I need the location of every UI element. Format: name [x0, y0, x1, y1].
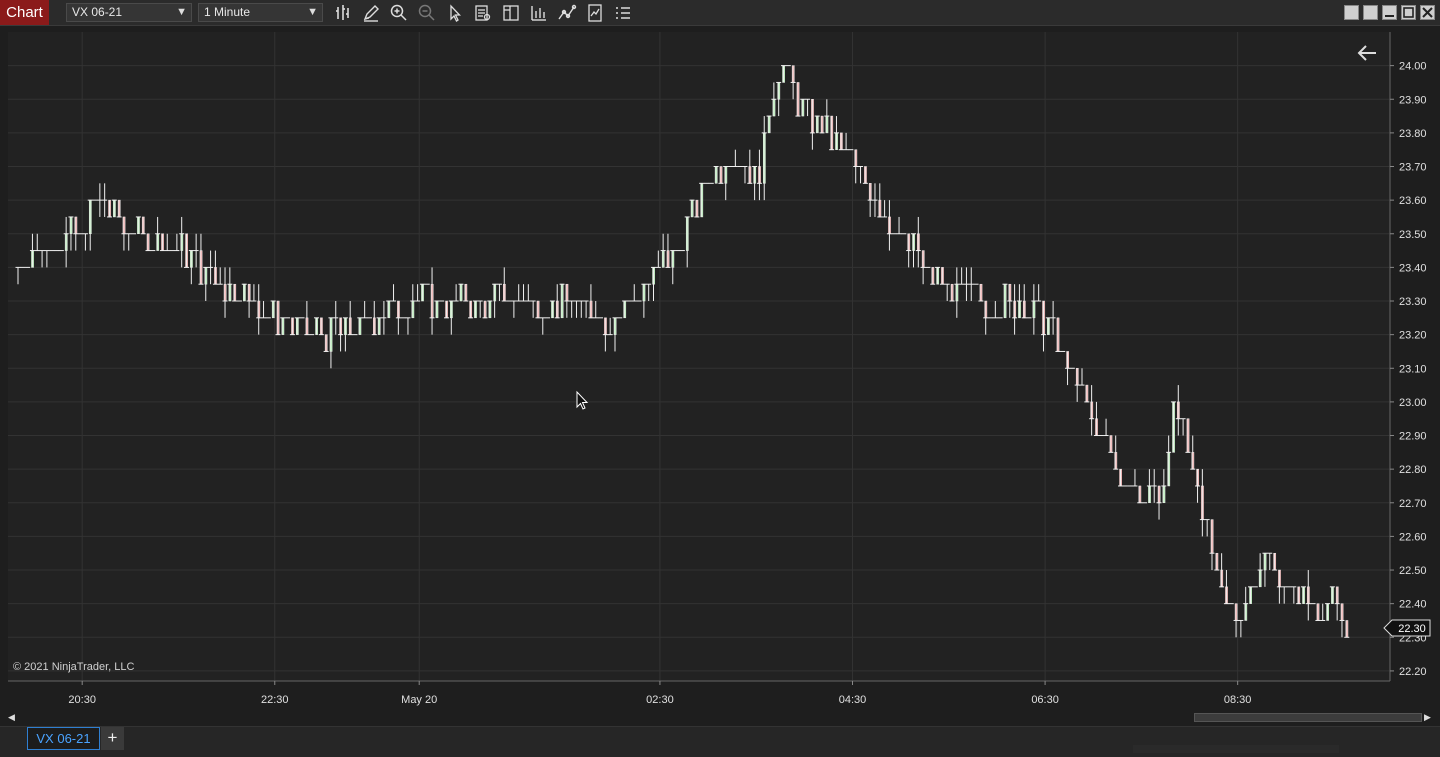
x-tick-label: May 20 — [401, 694, 437, 706]
scroll-thumb[interactable] — [1194, 713, 1422, 722]
tile-icon[interactable] — [1363, 5, 1378, 20]
scroll-left-icon[interactable]: ◀ — [8, 711, 18, 724]
y-tick-label: 22.80 — [1399, 464, 1427, 476]
instrument-tab[interactable]: VX 06-21 — [27, 727, 100, 750]
y-tick-label: 22.50 — [1399, 565, 1427, 577]
chart-toolbar: Chart VX 06-21 ▼ 1 Minute ▼ — [0, 0, 1440, 26]
chevron-down-icon: ▼ — [307, 6, 318, 18]
y-tick-label: 23.80 — [1399, 128, 1427, 140]
y-tick-label: 23.00 — [1399, 397, 1427, 409]
y-tick-label: 23.30 — [1399, 296, 1427, 308]
draw-pencil-icon[interactable] — [361, 3, 381, 23]
instrument-selector[interactable]: VX 06-21 ▼ — [66, 3, 192, 22]
y-tick-label: 23.40 — [1399, 262, 1427, 274]
y-tick-label: 23.50 — [1399, 229, 1427, 241]
window-title: Chart — [0, 0, 49, 25]
add-tab-button[interactable]: + — [101, 727, 124, 750]
x-tick-label: 06:30 — [1031, 694, 1059, 706]
x-tick-label: 04:30 — [839, 694, 867, 706]
y-tick-label: 22.90 — [1399, 431, 1427, 443]
y-tick-label: 24.00 — [1399, 61, 1427, 73]
interval-selector[interactable]: 1 Minute ▼ — [198, 3, 323, 22]
zoom-out-icon[interactable] — [417, 3, 437, 23]
zoom-in-icon[interactable] — [389, 3, 409, 23]
scroll-right-icon[interactable]: ▶ — [1424, 711, 1434, 724]
chart-trader-icon[interactable] — [501, 3, 521, 23]
bar-style-icon[interactable] — [333, 3, 353, 23]
price-chart[interactable]: 24.00 23.90 23.80 23.70 23.60 23.50 23.40 23.30… — [0, 26, 1440, 710]
x-tick-label: 02:30 — [646, 694, 674, 706]
strategies-icon[interactable] — [557, 3, 577, 23]
y-tick-label: 22.40 — [1399, 599, 1427, 611]
pointer-icon[interactable] — [445, 3, 465, 23]
tile-icon[interactable] — [1344, 5, 1359, 20]
current-price-marker: 22.30 — [1383, 619, 1431, 637]
copyright-text: © 2021 NinjaTrader, LLC — [13, 661, 135, 673]
instrument-selector-value: VX 06-21 — [72, 5, 123, 19]
y-tick-label: 23.10 — [1399, 363, 1427, 375]
properties-list-icon[interactable] — [613, 3, 633, 23]
plot-area[interactable] — [8, 32, 1390, 681]
interval-selector-value: 1 Minute — [204, 5, 251, 19]
y-tick-label: 22.60 — [1399, 531, 1427, 543]
chevron-down-icon: ▼ — [176, 6, 187, 18]
horizontal-scrollbar[interactable]: ◀ ▶ — [8, 711, 1434, 724]
close-icon[interactable] — [1420, 5, 1435, 20]
minimize-icon[interactable] — [1382, 5, 1397, 20]
x-tick-label: 20:30 — [68, 694, 96, 706]
back-arrow-icon[interactable] — [1355, 42, 1379, 64]
y-tick-label: 23.60 — [1399, 195, 1427, 207]
y-tick-label: 23.90 — [1399, 94, 1427, 106]
maximize-icon[interactable] — [1401, 5, 1416, 20]
window-thumbnail-strip — [1133, 745, 1339, 753]
indicators-icon[interactable] — [529, 3, 549, 23]
current-price-label: 22.30 — [1398, 623, 1426, 635]
y-tick-label: 22.20 — [1399, 666, 1427, 678]
x-tick-label: 08:30 — [1224, 694, 1252, 706]
x-tick-label: 22:30 — [261, 694, 289, 706]
data-box-icon[interactable] — [473, 3, 493, 23]
instrument-tab-bar: VX 06-21 + — [0, 726, 1440, 757]
y-tick-label: 22.70 — [1399, 498, 1427, 510]
y-tick-label: 23.70 — [1399, 162, 1427, 174]
templates-icon[interactable] — [585, 3, 605, 23]
y-tick-label: 23.20 — [1399, 330, 1427, 342]
